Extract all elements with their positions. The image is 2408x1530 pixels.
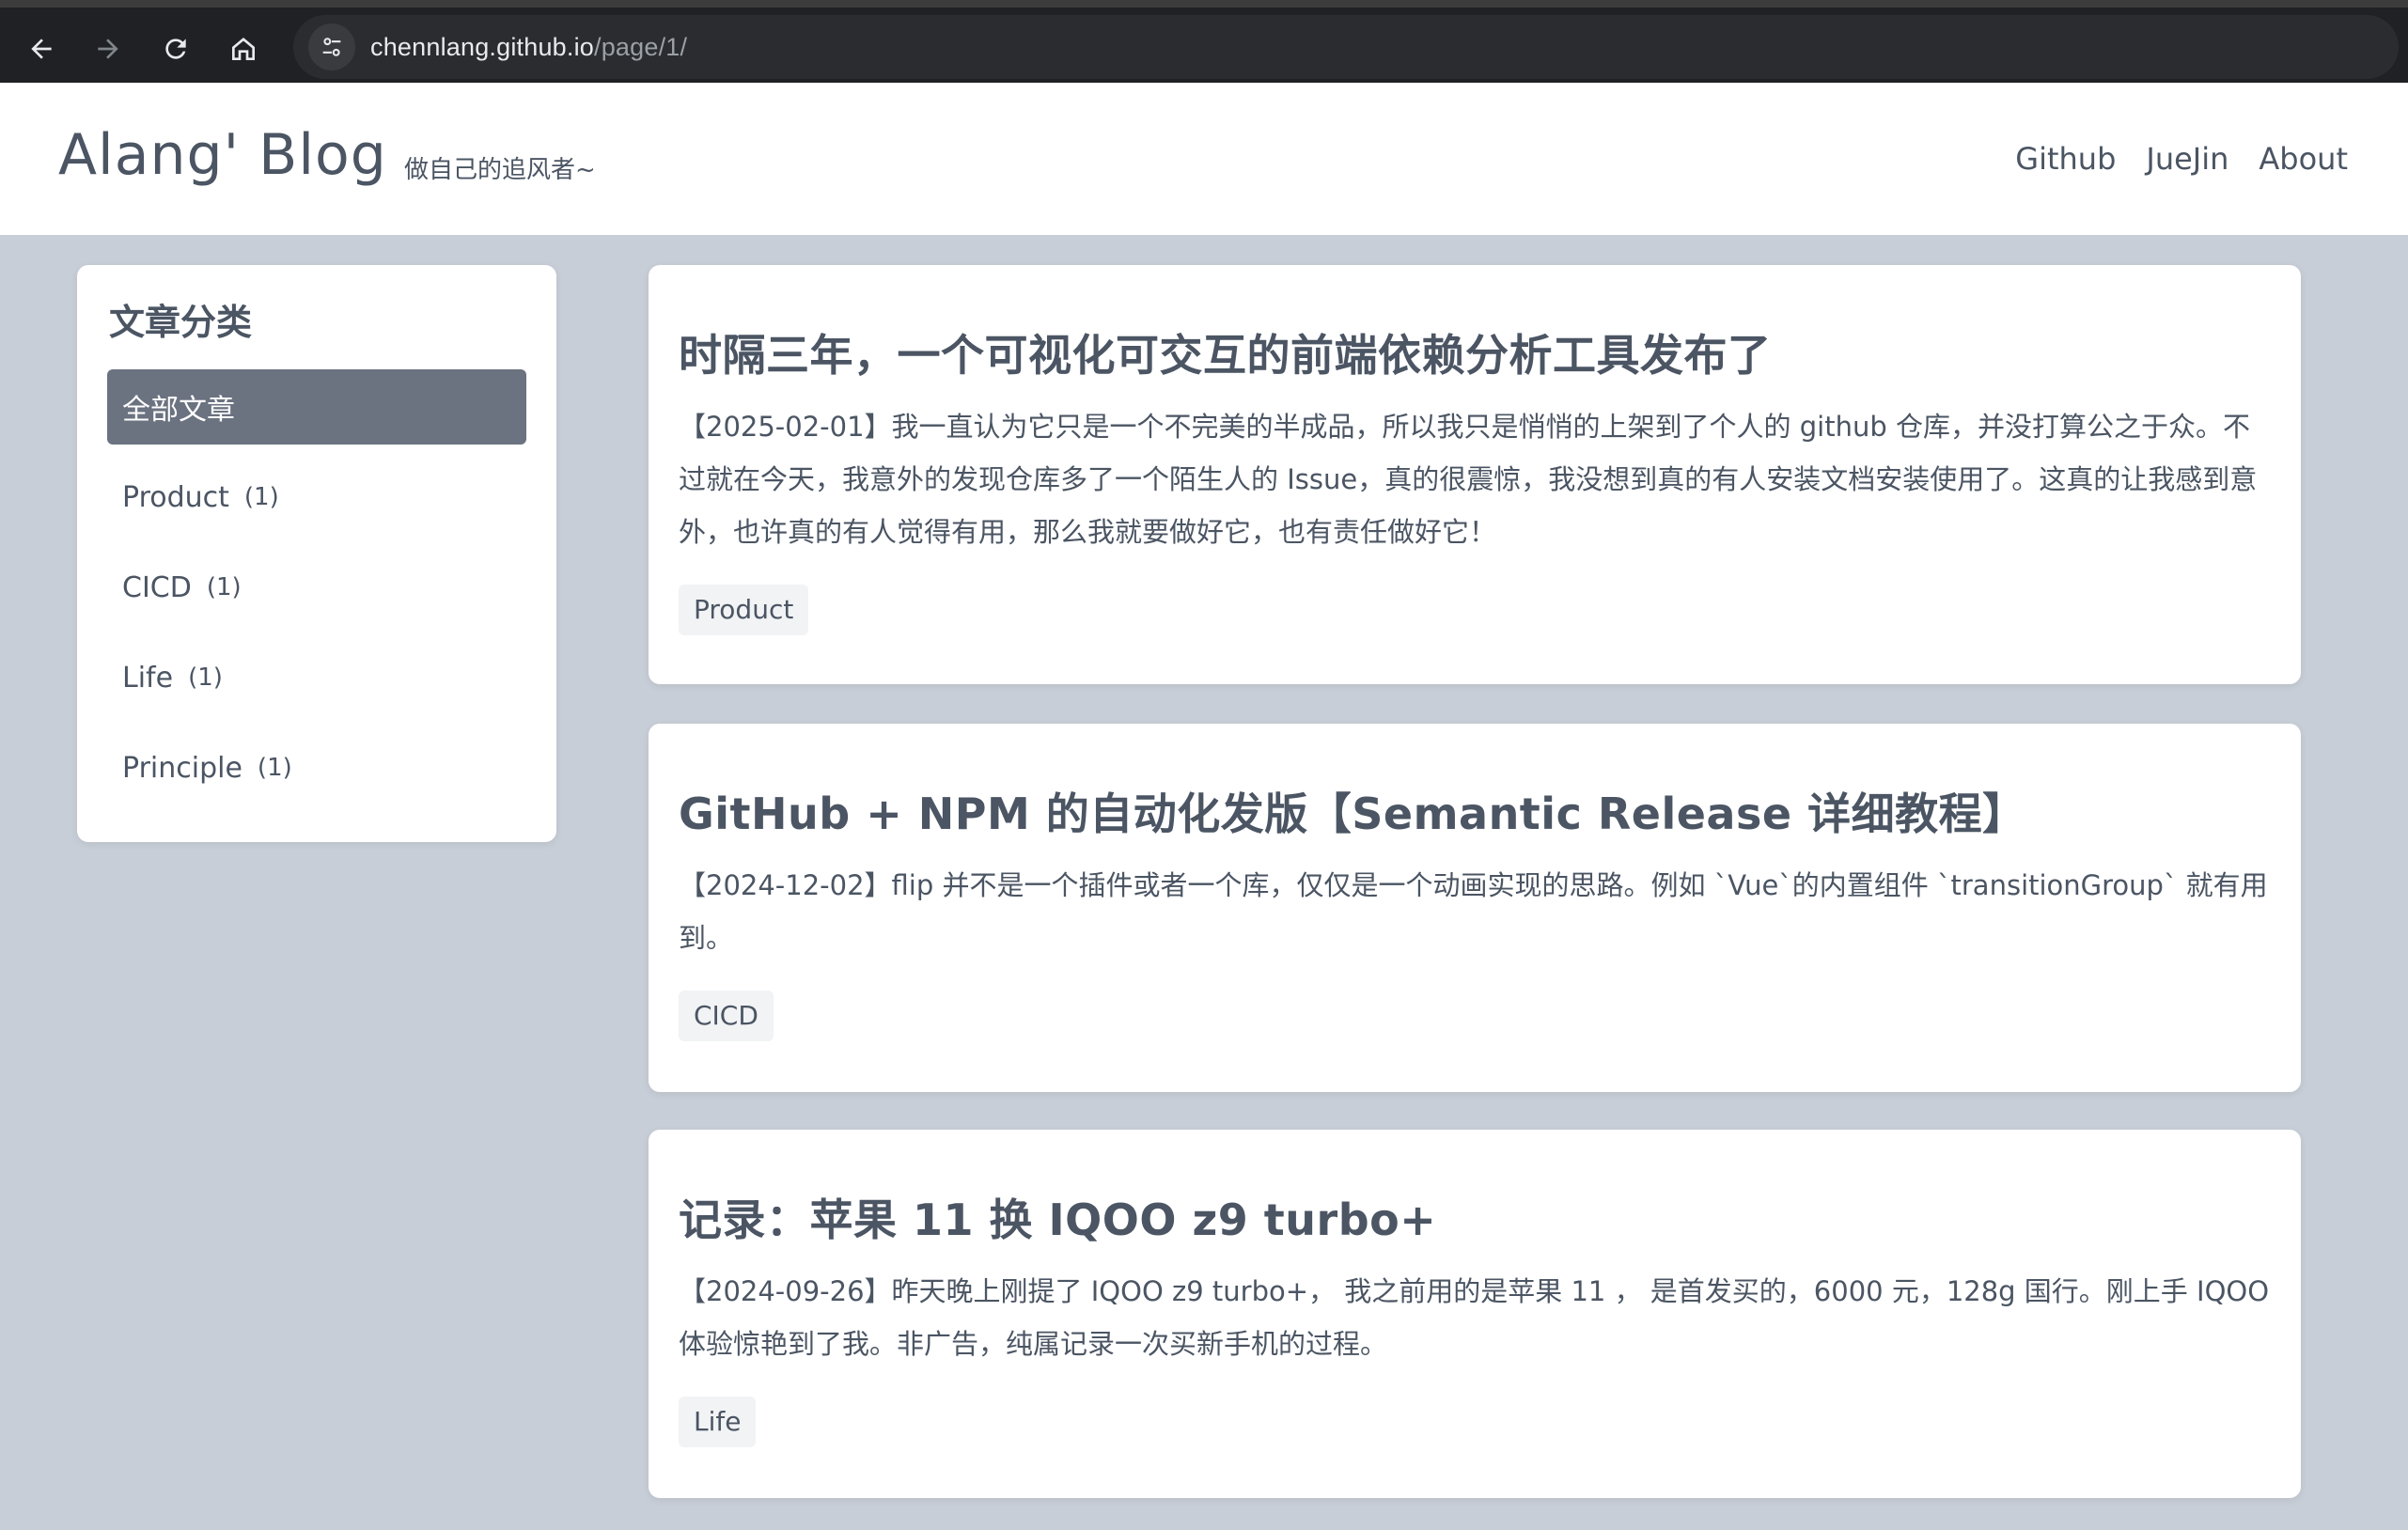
arrow-left-icon — [31, 39, 52, 59]
category-item-cicd[interactable]: CICD (1) — [107, 550, 526, 625]
category-sidebar: 文章分类 全部文章 Product (1) CICD (1) Life (1) … — [77, 265, 556, 842]
reload-icon — [165, 39, 186, 59]
site-tagline: 做自己的追风者~ — [404, 156, 596, 184]
site-info-button[interactable] — [308, 23, 355, 70]
post-summary: 【2025-02-01】我一直认为它只是一个不完美的半成品，所以我只是悄悄的上架… — [679, 411, 2258, 548]
category-label: Life — [122, 661, 174, 695]
category-count: (1) — [257, 754, 292, 782]
category-label: CICD — [122, 570, 192, 604]
post-tag[interactable]: Life — [679, 1397, 757, 1447]
category-label: Product — [122, 480, 229, 514]
post-card: 记录：苹果 11 换 IQOO z9 turbo+ 【2024-09-26】昨天… — [649, 1130, 2301, 1498]
top-nav: Github JueJin About — [2015, 141, 2348, 177]
category-item-life[interactable]: Life (1) — [107, 640, 526, 715]
url-host: chennlang.github.io — [370, 32, 594, 61]
forward-button[interactable] — [84, 24, 133, 73]
category-count: (1) — [206, 573, 242, 601]
post-tag[interactable]: Product — [679, 585, 809, 635]
arrow-right-icon — [98, 39, 118, 59]
post-tag[interactable]: CICD — [679, 991, 774, 1041]
post-card: 时隔三年，一个可视化可交互的前端依赖分析工具发布了 【2025-02-01】我一… — [649, 265, 2301, 684]
category-item-product[interactable]: Product (1) — [107, 460, 526, 535]
address-bar[interactable]: chennlang.github.io/page/1/ — [293, 15, 2399, 79]
nav-link-github[interactable]: Github — [2015, 141, 2116, 177]
category-item-principle[interactable]: Principle (1) — [107, 730, 526, 805]
category-label: 全部文章 — [122, 394, 235, 427]
post-summary: 【2024-12-02】flip 并不是一个插件或者一个库，仅仅是一个动画实现的… — [679, 869, 2268, 954]
nav-link-juejin[interactable]: JueJin — [2146, 141, 2228, 177]
post-card: GitHub + NPM 的自动化发版【Semantic Release 详细教… — [649, 724, 2301, 1092]
post-title[interactable]: 记录：苹果 11 换 IQOO z9 turbo+ — [679, 1192, 2271, 1248]
category-count: (1) — [188, 664, 223, 692]
post-title[interactable]: GitHub + NPM 的自动化发版【Semantic Release 详细教… — [679, 786, 2271, 842]
tune-icon — [322, 38, 341, 56]
category-count: (1) — [243, 483, 279, 511]
reload-button[interactable] — [151, 24, 200, 73]
home-button[interactable] — [219, 24, 268, 73]
post-summary: 【2024-09-26】昨天晚上刚提了 IQOO z9 turbo+， 我之前用… — [679, 1275, 2270, 1360]
url-path: /page/1/ — [594, 32, 688, 61]
site-header: Alang' Blog 做自己的追风者~ Github JueJin About — [0, 83, 2408, 235]
nav-link-about[interactable]: About — [2259, 141, 2348, 177]
url-text: chennlang.github.io/page/1/ — [370, 33, 687, 62]
sidebar-title: 文章分类 — [109, 302, 253, 343]
home-icon — [232, 38, 255, 60]
category-item-all[interactable]: 全部文章 — [107, 369, 526, 445]
browser-toolbar: chennlang.github.io/page/1/ — [0, 0, 2408, 83]
post-title[interactable]: 时隔三年，一个可视化可交互的前端依赖分析工具发布了 — [679, 327, 2271, 383]
back-button[interactable] — [17, 24, 66, 73]
site-brand[interactable]: Alang' Blog — [58, 122, 387, 188]
category-label: Principle — [122, 751, 242, 785]
